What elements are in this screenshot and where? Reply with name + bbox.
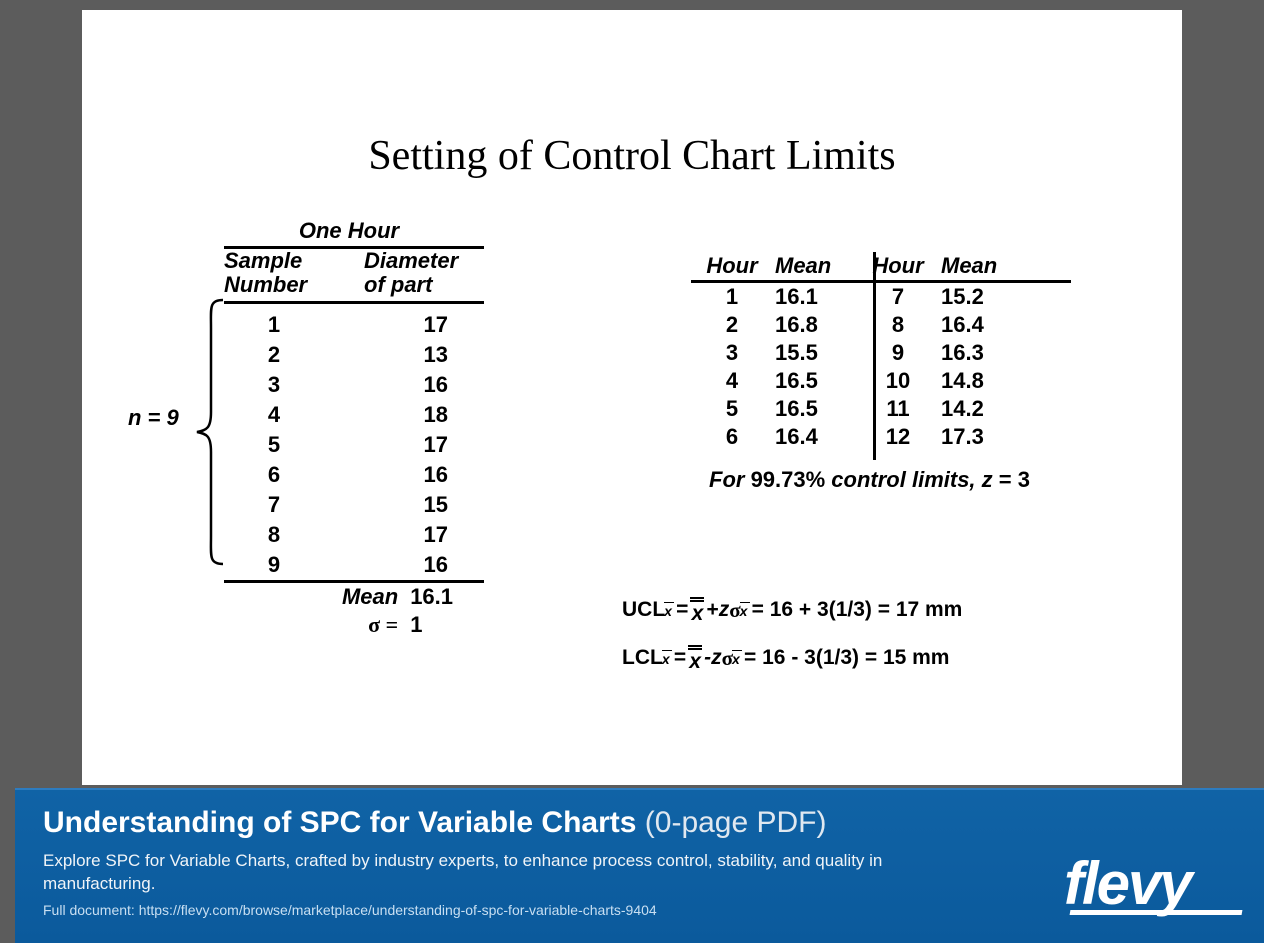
header-sample-number: Sample Number (224, 249, 364, 297)
table-row: 517 (224, 430, 484, 460)
table-row: 817 (224, 520, 484, 550)
banner-link[interactable]: Full document: https://flevy.com/browse/… (43, 902, 1236, 918)
summary-sigma: σ = 1 (224, 611, 484, 639)
table-row: 416.51014.8 (691, 367, 1097, 395)
right-table-header: Hour Mean Hour Mean (691, 252, 1097, 280)
flevy-logo[interactable]: flevy (1064, 854, 1242, 915)
banner-title: Understanding of SPC for Variable Charts… (43, 806, 1236, 840)
vertical-divider (873, 252, 876, 460)
logo-underline-icon (1070, 910, 1243, 915)
left-table-body: 117 213 316 418 517 616 715 817 916 (224, 310, 484, 580)
hour-mean-block: Hour Mean Hour Mean 116.1715.2 216.8816.… (677, 252, 1097, 493)
rule (224, 301, 484, 304)
x-bar-sub-icon: x (732, 650, 744, 667)
table-row: 516.51114.2 (691, 395, 1097, 423)
table-row: 316 (224, 370, 484, 400)
curly-brace-icon (193, 298, 229, 566)
slide-title: Setting of Control Chart Limits (82, 132, 1182, 180)
n-equals-9-label: n = 9 (128, 405, 179, 431)
table-row: 216.8816.4 (691, 311, 1097, 339)
summary-mean: Mean 16.1 (224, 583, 484, 611)
table-row: 916 (224, 550, 484, 580)
table-row: 715 (224, 490, 484, 520)
formula-block: UCLx = x + zσx = 16 + 3(1/3) = 17 mm LCL… (622, 596, 962, 692)
x-double-bar-icon: x (688, 645, 702, 672)
x-bar-sub-icon: x (664, 602, 676, 619)
x-bar-sub-icon: x (662, 650, 674, 667)
left-summary: Mean 16.1 σ = 1 (224, 583, 484, 639)
slide: Setting of Control Chart Limits One Hour… (82, 10, 1182, 785)
header-diameter: Diameter of part (364, 249, 484, 297)
left-table-header: Sample Number Diameter of part (224, 249, 484, 299)
hour-mean-table: Hour Mean Hour Mean 116.1715.2 216.8816.… (677, 252, 1097, 451)
banner-description: Explore SPC for Variable Charts, crafted… (43, 850, 913, 896)
table-row: 213 (224, 340, 484, 370)
app-frame: Setting of Control Chart Limits One Hour… (0, 0, 1264, 943)
x-double-bar-icon: x (690, 597, 704, 624)
table-row: 616.41217.3 (691, 423, 1097, 451)
table-row: 616 (224, 460, 484, 490)
control-limits-note: For 99.73% control limits, z = 3 (709, 467, 1097, 493)
table-row: 315.5916.3 (691, 339, 1097, 367)
one-hour-caption: One Hour (224, 218, 474, 244)
slide-content: One Hour Sample Number Diameter of part … (82, 180, 1182, 800)
table-row: 117 (224, 310, 484, 340)
promo-banner: Understanding of SPC for Variable Charts… (15, 788, 1264, 943)
table-row: 116.1715.2 (691, 283, 1097, 311)
lcl-formula: LCLx = x - zσx = 16 - 3(1/3) = 15 mm (622, 644, 962, 672)
ucl-formula: UCLx = x + zσx = 16 + 3(1/3) = 17 mm (622, 596, 962, 624)
table-row: 418 (224, 400, 484, 430)
x-bar-sub-icon: x (740, 602, 752, 619)
